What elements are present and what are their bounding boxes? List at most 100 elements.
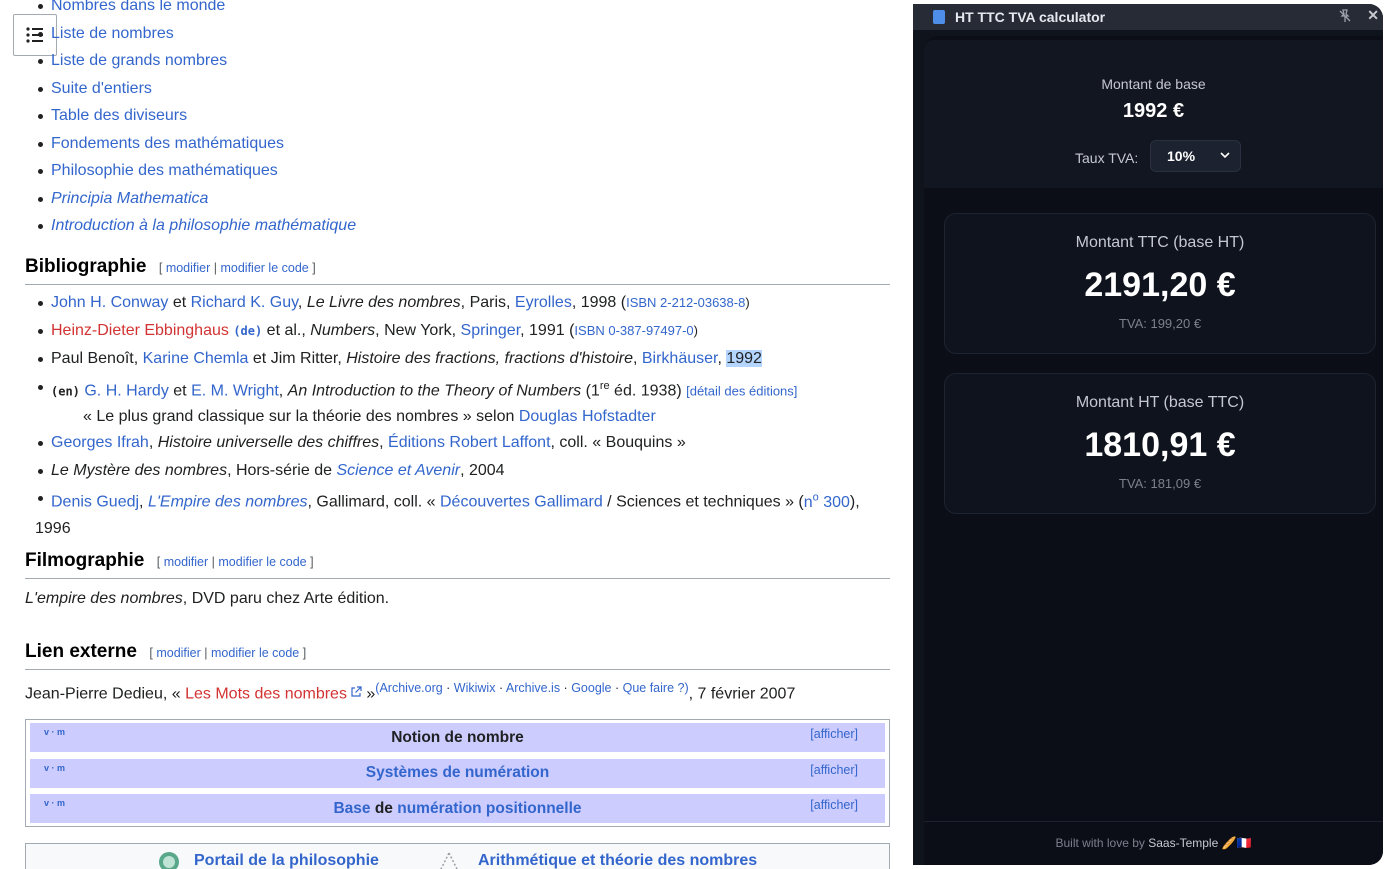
close-icon[interactable]: ✕ [1367, 7, 1379, 24]
footer-emoji: 🥖🇫🇷 [1221, 836, 1252, 850]
text: / Sciences et techniques » ( [602, 493, 804, 511]
view-modify-links[interactable]: v · m [44, 798, 65, 808]
section-heading-lien-externe: Lien externe [ modifier | modifier le co… [25, 641, 890, 670]
base-amount-value: 1992 € [1122, 100, 1185, 122]
see-also-link[interactable]: Suite d'entiers [51, 80, 152, 97]
see-also-link[interactable]: Fondements des mathématiques [51, 135, 284, 152]
author-link[interactable]: John H. Conway [51, 294, 168, 311]
publisher-link[interactable]: Science et Avenir [336, 462, 460, 479]
author-link[interactable]: Georges Ifrah [51, 434, 149, 451]
author-link[interactable]: Douglas Hofstadter [519, 408, 656, 425]
list-item[interactable]: Philosophie des mathématiques [35, 157, 356, 185]
author-link[interactable]: Denis Guedj [51, 494, 139, 511]
edit-code-link[interactable]: modifier le code [220, 261, 308, 275]
publisher-link[interactable]: Springer [461, 322, 521, 339]
book-title: Le Livre des nombres [306, 294, 461, 311]
edit-link[interactable]: modifier [166, 261, 210, 275]
list-item[interactable]: Principia Mathematica [35, 185, 356, 213]
superscript: re [599, 379, 610, 392]
portal-link[interactable]: Arithmétique et théorie des nombres [478, 852, 757, 869]
see-also-list: Nombres dans le monde Liste de nombres L… [35, 0, 356, 240]
isbn-link[interactable]: ISBN 0-387-97497-0 [574, 323, 693, 338]
navbox-title-link[interactable]: Base [333, 800, 370, 817]
language-link[interactable]: (de) [233, 324, 262, 338]
archiveis-link[interactable]: Archive.is [506, 681, 560, 695]
list-item[interactable]: Suite d'entiers [35, 75, 356, 103]
unpin-icon[interactable] [1337, 8, 1353, 24]
selected-year-text: 1992 [726, 350, 762, 367]
text: , 1991 ( [520, 321, 575, 339]
see-also-link[interactable]: Introduction à la philosophie mathématiq… [51, 217, 356, 234]
publisher-link[interactable]: Eyrolles [515, 294, 572, 311]
filmography-paragraph: L'empire des nombres, DVD paru chez Arte… [25, 590, 389, 608]
author-link[interactable]: Heinz-Dieter Ebbinghaus [51, 322, 229, 339]
edit-code-link[interactable]: modifier le code [211, 646, 299, 660]
text: ) [745, 295, 750, 310]
list-item[interactable]: Liste de grands nombres [35, 47, 356, 75]
google-link[interactable]: Google [571, 681, 611, 695]
list-item: John H. Conway et Richard K. Guy, Le Liv… [35, 289, 860, 317]
view-modify-links[interactable]: v · m [44, 763, 65, 773]
external-link[interactable]: Les Mots des nombres [185, 685, 347, 702]
list-item: Heinz-Dieter Ebbinghaus (de) et al., Num… [35, 317, 860, 346]
list-item[interactable]: Nombres dans le monde [35, 0, 356, 20]
see-also-link[interactable]: Philosophie des mathématiques [51, 162, 278, 179]
chevron-down-icon [1220, 152, 1230, 159]
list-item[interactable]: Liste de nombres [35, 20, 356, 48]
show-toggle[interactable]: [afficher] [810, 727, 858, 741]
author-link[interactable]: E. M. Wright [191, 382, 279, 399]
panel-title: HT TTC TVA calculator [955, 9, 1106, 25]
view-modify-links[interactable]: v · m [44, 727, 65, 737]
text: , DVD paru chez Arte édition. [182, 590, 390, 607]
calculator-app-icon [933, 10, 945, 24]
list-item[interactable]: Table des diviseurs [35, 102, 356, 130]
see-also-link[interactable]: Liste de nombres [51, 25, 174, 42]
author-link[interactable]: G. H. Hardy [84, 382, 168, 399]
text: , Gallimard, coll. « [307, 493, 440, 511]
publisher-link[interactable]: Éditions Robert Laffont [388, 434, 550, 451]
text: et al., [262, 321, 311, 339]
issue-link[interactable]: no 300 [804, 491, 850, 510]
arithmetic-portal-icon [440, 851, 458, 869]
base-amount-label: Montant de base [1101, 76, 1206, 92]
edit-link[interactable]: modifier [156, 646, 200, 660]
edit-code-link[interactable]: modifier le code [218, 555, 306, 569]
navbox-title: Base de numération positionnelle [333, 800, 581, 818]
show-toggle[interactable]: [afficher] [810, 763, 858, 777]
text: (1 [581, 381, 600, 399]
edit-link[interactable]: modifier [164, 555, 208, 569]
isbn-link[interactable]: ISBN 2-212-03638-8 [626, 295, 745, 310]
navbox-title-link[interactable]: numération positionnelle [397, 800, 581, 817]
section-heading-filmographie: Filmographie [ modifier | modifier le co… [25, 550, 890, 579]
text: , Hors-série de [227, 461, 337, 479]
portal-link[interactable]: Portail de la philosophie [194, 852, 379, 869]
text: , [297, 294, 307, 311]
calculator-body: Montant de base 1992 € Taux TVA: 10% Mon… [924, 36, 1383, 865]
book-title-link[interactable]: L'Empire des nombres [148, 494, 308, 511]
que-faire-link[interactable]: Que faire ?) [623, 681, 689, 695]
navbox-title-link[interactable]: Systèmes de numération [366, 764, 549, 782]
see-also-link[interactable]: Table des diviseurs [51, 107, 187, 124]
ttc-label: Montant TTC (base HT) [1075, 234, 1245, 251]
archive-link[interactable]: (Archive.org [375, 681, 442, 695]
book-title: Histoire des fractions, fractions d'hist… [346, 350, 633, 367]
show-toggle[interactable]: [afficher] [810, 798, 858, 812]
see-also-link[interactable]: Principia Mathematica [51, 190, 208, 207]
edition-details-link[interactable]: [détail des éditions] [686, 383, 797, 398]
footer-brand-link[interactable]: Saas-Temple [1148, 836, 1218, 850]
panel-footer: Built with love by Saas-Temple 🥖🇫🇷 [924, 821, 1383, 865]
collection-link[interactable]: Découvertes Gallimard [440, 494, 603, 511]
text: , [632, 350, 642, 367]
publisher-link[interactable]: Birkhäuser [642, 350, 718, 367]
author-link[interactable]: Richard K. Guy [191, 294, 298, 311]
author-link[interactable]: Karine Chemla [143, 350, 249, 367]
wikiwix-link[interactable]: Wikiwix [454, 681, 496, 695]
text: et Jim Ritter, [248, 350, 347, 367]
see-also-link[interactable]: Nombres dans le monde [51, 0, 225, 14]
list-item[interactable]: Fondements des mathématiques [35, 130, 356, 158]
vat-rate-select[interactable]: 10% [1150, 140, 1241, 172]
text: , 1998 ( [571, 294, 627, 311]
see-also-link[interactable]: Liste de grands nombres [51, 52, 227, 69]
list-item[interactable]: Introduction à la philosophie mathématiq… [35, 212, 356, 240]
base-amount-box: Montant de base 1992 € Taux TVA: 10% [924, 40, 1383, 188]
